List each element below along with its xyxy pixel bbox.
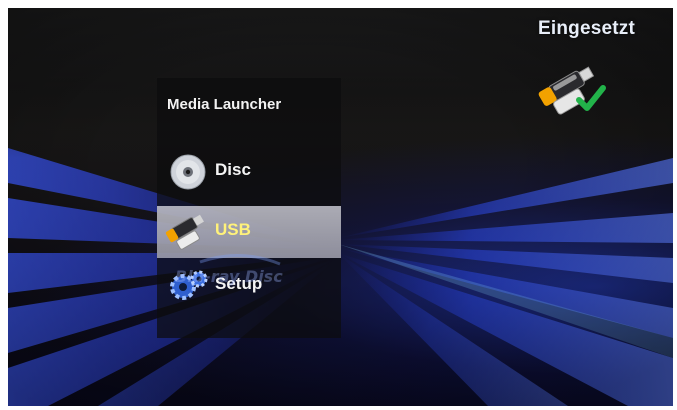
menu-item-label: Disc	[215, 160, 251, 179]
menu-item-label: USB	[215, 220, 251, 239]
menu-title: Media Launcher	[167, 96, 282, 113]
media-launcher-menu: Media Launcher Disc USB Setup	[157, 78, 341, 338]
usb-stick-icon	[165, 214, 204, 250]
disc-icon	[170, 154, 206, 190]
bluray-logo-icon: Blu-ray Disc	[175, 254, 283, 286]
status-label: Eingesetzt	[538, 18, 636, 39]
menu-item-disc[interactable]: Disc	[157, 146, 341, 198]
usb-inserted-check-icon	[538, 66, 606, 115]
usb-status: Eingesetzt	[538, 18, 658, 40]
watermark-text: Blu-ray Disc	[175, 267, 283, 286]
